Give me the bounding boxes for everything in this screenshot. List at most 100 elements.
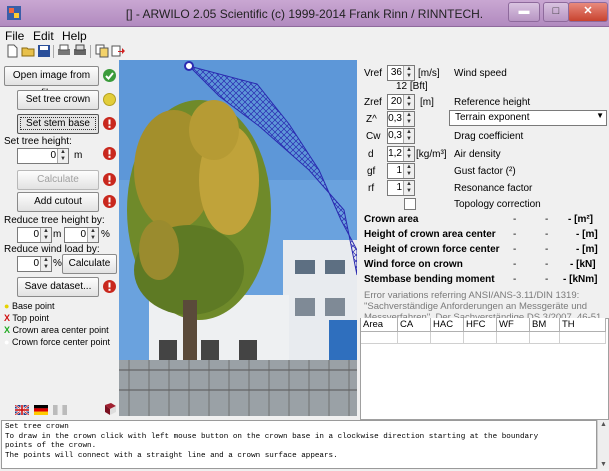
open-folder-icon[interactable] [21, 44, 35, 58]
zref-value: 20 [390, 96, 402, 107]
column-header[interactable]: BM [530, 318, 560, 332]
calculate-height-button[interactable]: Calculate [17, 170, 99, 190]
minimize-button[interactable]: ▬ [508, 2, 540, 22]
tree-height-unit: m [74, 150, 83, 161]
result-label: Height of crown force center [364, 244, 500, 255]
scroll-up-icon[interactable]: ▲ [600, 421, 607, 428]
crown-force-marker-icon: ● [4, 337, 10, 347]
log-line: Set tree crown [5, 423, 69, 431]
manual-book-icon[interactable] [103, 402, 117, 419]
stepper-arrows-icon[interactable]: ▲ ▼ [403, 164, 414, 178]
add-cutout-button[interactable]: Add cutout [17, 192, 99, 212]
topology-label: Topology correction [454, 199, 541, 210]
table-cell[interactable] [560, 332, 606, 344]
new-document-icon[interactable] [5, 44, 19, 58]
tree-height-value: 0 [50, 150, 56, 161]
set-stem-base-button[interactable]: Set stem base [17, 114, 99, 134]
stepper-arrows-icon[interactable]: ▲ ▼ [40, 257, 51, 271]
save-disk-icon[interactable] [37, 44, 51, 58]
stepper-arrows-icon[interactable]: ▲ ▼ [40, 228, 51, 242]
vref-value: 36 [390, 67, 402, 78]
log-line: The points will connect with a straight … [5, 451, 338, 460]
error-icon [103, 280, 116, 293]
density-stepper[interactable]: 1,2 ▲ ▼ [387, 146, 415, 162]
maximize-button[interactable]: □ [543, 2, 569, 22]
vref-stepper[interactable]: 36 ▲ ▼ [387, 65, 415, 81]
stepper-arrows-icon[interactable]: ▲ ▼ [403, 181, 414, 195]
result-value: - [513, 259, 517, 270]
zref-stepper[interactable]: 20 ▲ ▼ [387, 94, 415, 110]
print-icon[interactable] [57, 44, 71, 58]
zref-unit: [m] [420, 97, 434, 108]
column-header[interactable]: TH [560, 318, 606, 332]
cw-value: 0,3 [388, 130, 402, 141]
z-exponent-stepper[interactable]: 0,3 ▲ ▼ [387, 111, 415, 127]
reduce-wind-stepper[interactable]: 0 ▲ ▼ [17, 256, 52, 272]
instructions-log[interactable]: Set tree crown To draw in the crown clic… [1, 420, 597, 469]
reduce-height-m-value: 0 [33, 229, 39, 240]
terrain-exponent-select[interactable]: Terrain exponent ▼ [449, 110, 607, 126]
result-label: Wind force on crown [364, 259, 463, 270]
save-dataset-button[interactable]: Save dataset... [17, 277, 99, 297]
table-cell[interactable] [497, 332, 530, 344]
vref-label: Vref [364, 68, 382, 79]
stepper-arrows-icon[interactable]: ▲ ▼ [403, 112, 414, 126]
copy-icon[interactable] [95, 44, 109, 58]
table-cell[interactable] [398, 332, 431, 344]
chevron-down-icon: ▼ [596, 111, 604, 120]
open-image-button[interactable]: Open image from file... [4, 66, 99, 99]
stepper-arrows-icon[interactable]: ▲ ▼ [57, 149, 68, 163]
result-value: - [545, 214, 549, 225]
reduce-height-m-unit: m [53, 229, 62, 240]
table-cell[interactable] [361, 332, 398, 344]
result-value: - [545, 259, 549, 270]
result-value: - [513, 229, 517, 240]
set-tree-crown-button[interactable]: Set tree crown [17, 90, 99, 110]
italian-flag-icon[interactable] [53, 405, 67, 418]
table-cell[interactable] [431, 332, 464, 344]
table-cell[interactable] [464, 332, 497, 344]
german-flag-icon[interactable] [34, 405, 48, 418]
print-preview-icon[interactable] [73, 44, 87, 58]
scroll-down-icon[interactable]: ▼ [600, 461, 607, 468]
tree-image-canvas[interactable] [119, 60, 357, 416]
menu-edit[interactable]: Edit [33, 29, 54, 43]
uk-flag-icon[interactable] [14, 404, 30, 418]
log-scrollbar[interactable]: ▲ ▼ [597, 420, 609, 469]
cw-stepper[interactable]: 0,3 ▲ ▼ [387, 128, 415, 144]
gf-stepper[interactable]: 1 ▲ ▼ [387, 163, 415, 179]
vref-unit: [m/s] [418, 68, 440, 79]
stepper-arrows-icon[interactable]: ▲ ▼ [403, 66, 414, 80]
stepper-arrows-icon[interactable]: ▲ ▼ [403, 129, 414, 143]
reduce-wind-unit: % [53, 258, 62, 269]
error-icon [103, 147, 116, 160]
column-header[interactable]: Area [361, 318, 398, 332]
zref-label: Zref [364, 97, 382, 108]
column-header[interactable]: HAC [431, 318, 464, 332]
density-value: 1,2 [388, 148, 402, 159]
legend-label: Crown force center point [11, 337, 110, 347]
menu-help[interactable]: Help [62, 29, 87, 43]
table-cell[interactable] [530, 332, 560, 344]
result-unit: - [m] [576, 229, 598, 240]
stepper-arrows-icon[interactable]: ▲ ▼ [403, 147, 414, 161]
log-line: points of the crown. [5, 442, 97, 451]
reduce-height-m-stepper[interactable]: 0 ▲ ▼ [17, 227, 52, 243]
export-icon[interactable] [111, 44, 125, 58]
reduce-height-pct-stepper[interactable]: 0 ▲ ▼ [64, 227, 99, 243]
stepper-arrows-icon[interactable]: ▲ ▼ [403, 95, 414, 109]
column-header[interactable]: CA [398, 318, 431, 332]
close-button[interactable]: ✕ [568, 2, 608, 22]
gf-label: gf [367, 166, 376, 177]
topology-checkbox[interactable] [404, 198, 416, 210]
stepper-arrows-icon[interactable]: ▲ ▼ [87, 228, 98, 242]
column-header[interactable]: HFC [464, 318, 497, 332]
base-point-marker-icon: ● [4, 301, 10, 311]
tree-height-stepper[interactable]: 0 ▲ ▼ [17, 148, 69, 164]
menu-bar [0, 27, 609, 43]
rf-stepper[interactable]: 1 ▲ ▼ [387, 180, 415, 196]
calculate-wind-button[interactable]: Calculate [62, 254, 117, 274]
in-progress-icon [103, 93, 116, 106]
menu-file[interactable]: File [5, 29, 24, 43]
column-header[interactable]: WF [497, 318, 530, 332]
